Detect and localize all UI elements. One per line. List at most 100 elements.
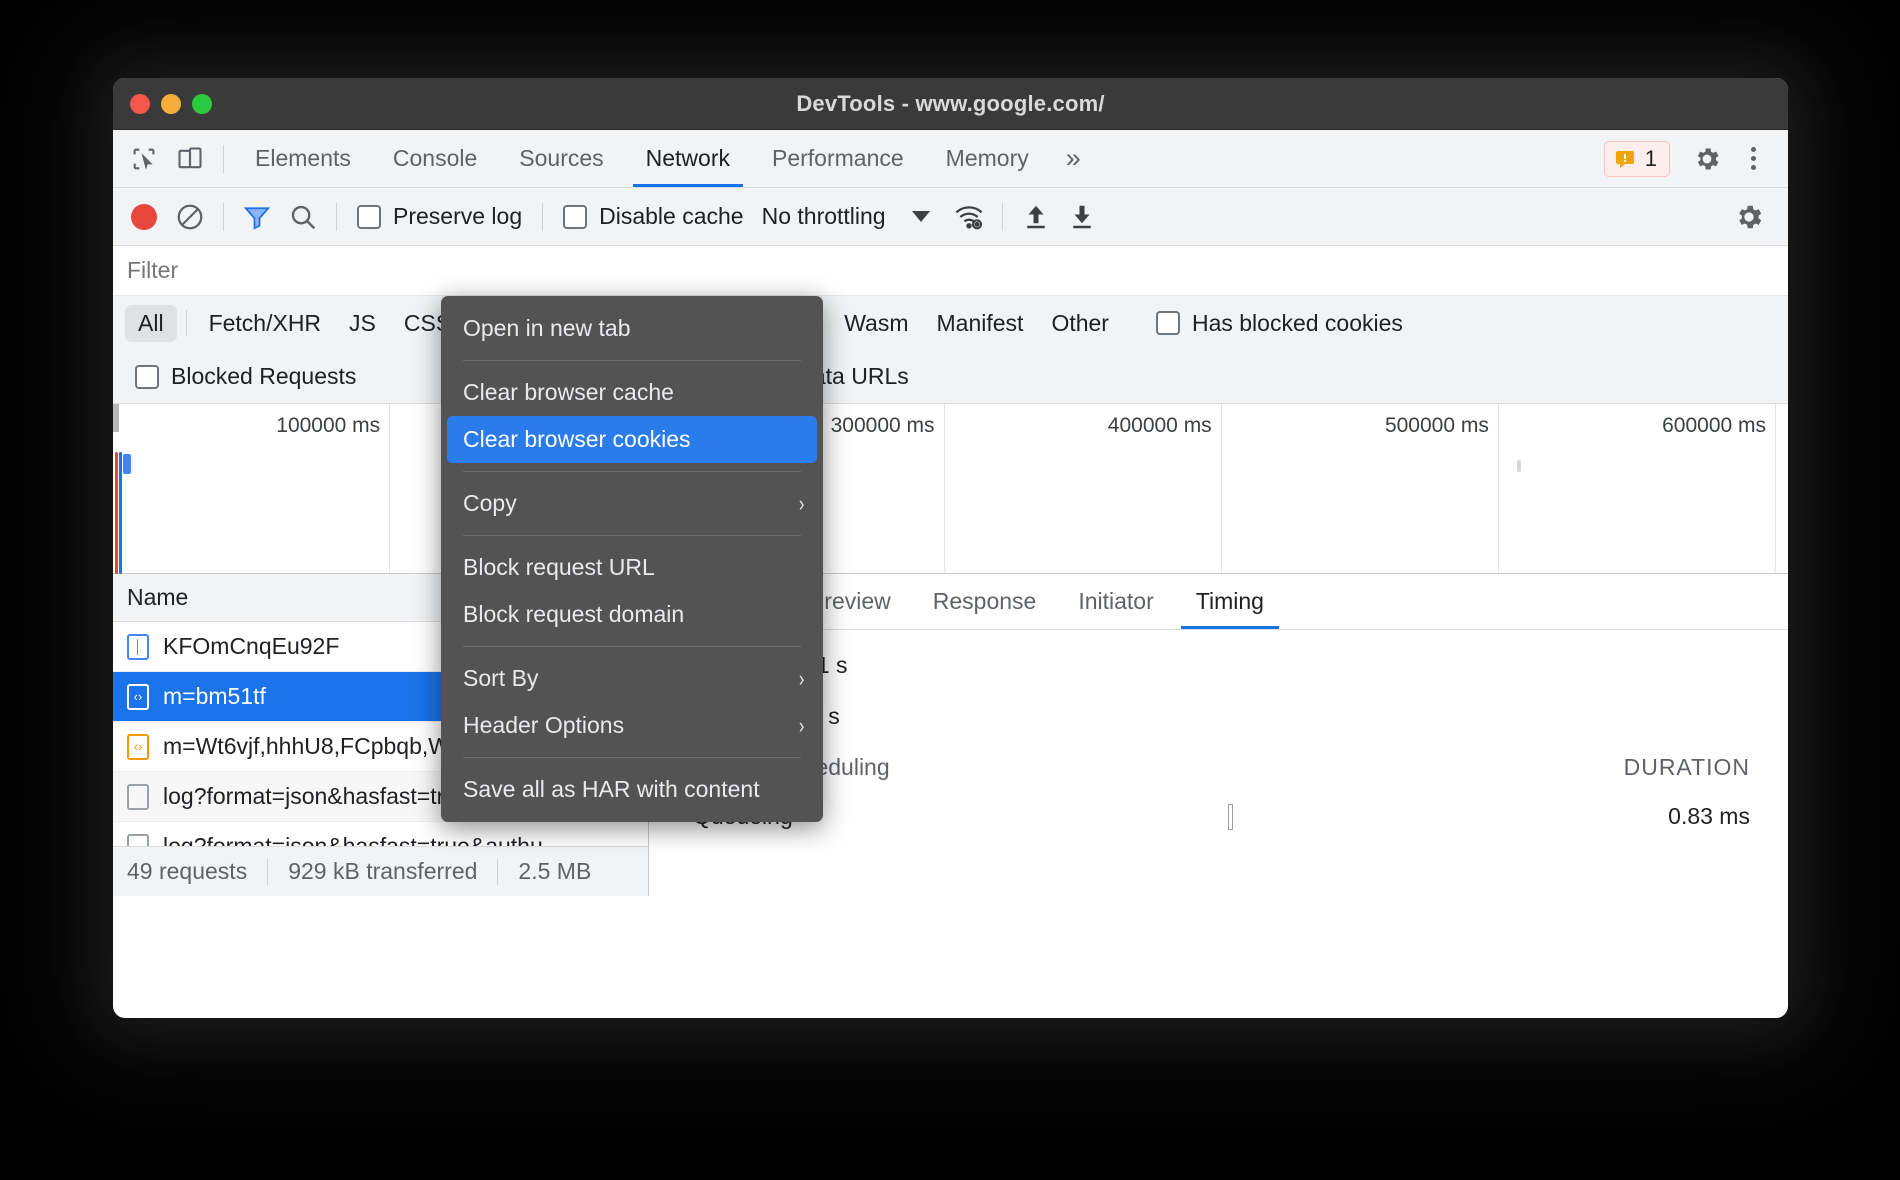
window-titlebar: DevTools - www.google.com/ [113, 78, 1788, 130]
tab-timing[interactable]: Timing [1175, 574, 1285, 629]
has-blocked-cookies-checkbox[interactable]: Has blocked cookies [1146, 310, 1413, 337]
device-toolbar-icon[interactable] [167, 136, 213, 182]
menu-separator [463, 360, 801, 361]
tabstrip-right-controls: 1 [1604, 130, 1788, 187]
menu-item-copy[interactable]: Copy › [441, 480, 823, 527]
queued-at-text: Queued at 4.71 s [671, 652, 1788, 679]
network-conditions-icon[interactable] [946, 194, 992, 240]
menu-item-block-request-url[interactable]: Block request URL [441, 544, 823, 591]
settings-gear-icon[interactable] [1726, 194, 1772, 240]
timing-bar [1228, 804, 1233, 830]
overview-bar [123, 454, 131, 474]
disable-cache-label: Disable cache [599, 203, 743, 230]
menu-item-label: Sort By [463, 665, 538, 692]
menu-separator [463, 471, 801, 472]
chevron-right-icon: › [799, 491, 804, 517]
script-file-icon: │ [127, 634, 149, 660]
type-chip-fetch-xhr[interactable]: Fetch/XHR [196, 305, 334, 342]
menu-item-header-options[interactable]: Header Options › [441, 702, 823, 749]
checkbox-box [357, 205, 381, 229]
panel-tabs: Elements Console Sources Network Perform… [234, 130, 1097, 187]
throttling-select[interactable]: No throttling [754, 203, 930, 230]
more-options-kebab-icon[interactable] [1730, 136, 1776, 182]
chip-divider [186, 310, 187, 336]
tab-label: Response [933, 588, 1037, 615]
tab-label: Memory [946, 145, 1029, 172]
menu-item-clear-browser-cookies[interactable]: Clear browser cookies [447, 416, 817, 463]
menu-item-open-in-new-tab[interactable]: Open in new tab [441, 305, 823, 352]
menu-item-label: Header Options [463, 712, 624, 739]
toolbar-divider [223, 145, 224, 173]
checkbox-box [1156, 311, 1180, 335]
clear-requests-icon[interactable] [167, 194, 213, 240]
script-file-icon: ‹› [127, 734, 149, 760]
issues-icon [1613, 147, 1637, 171]
settings-gear-icon[interactable] [1684, 136, 1730, 182]
menu-item-save-all-as-har[interactable]: Save all as HAR with content [441, 766, 823, 813]
resource-type-bar: All Fetch/XHR JS CSS Img Media Font Doc … [113, 296, 1788, 350]
issues-counter-badge[interactable]: 1 [1604, 141, 1670, 177]
inspect-element-icon[interactable] [121, 136, 167, 182]
script-file-icon: ‹› [127, 684, 149, 710]
menu-item-label: Save all as HAR with content [463, 776, 760, 803]
request-name: KFOmCnqEu92F [163, 633, 339, 660]
tab-sources[interactable]: Sources [498, 130, 624, 187]
overview-segment-end [1776, 404, 1788, 573]
overview-tick-label: 500000 ms [1385, 414, 1489, 438]
overview-marker [119, 452, 122, 574]
tab-console[interactable]: Console [372, 130, 498, 187]
menu-separator [463, 757, 801, 758]
started-at-text: Started at 4.71 s [671, 703, 1788, 730]
blocked-requests-checkbox[interactable]: Blocked Requests [125, 363, 366, 390]
menu-separator [463, 535, 801, 536]
type-chip-other[interactable]: Other [1038, 305, 1122, 342]
record-button[interactable] [121, 194, 167, 240]
overview-tick-label: 300000 ms [831, 414, 935, 438]
network-status-bar: 49 requests 929 kB transferred 2.5 MB [113, 846, 648, 896]
duration-header: DURATION [1624, 754, 1750, 781]
tab-memory[interactable]: Memory [925, 130, 1050, 187]
devtools-window: DevTools - www.google.com/ Elements Cons… [113, 78, 1788, 1018]
type-chip-all[interactable]: All [125, 305, 177, 342]
tab-initiator[interactable]: Initiator [1057, 574, 1174, 629]
upload-har-icon[interactable] [1013, 194, 1059, 240]
filter-options-bar: Blocked Requests Hide data URLs [113, 350, 1788, 404]
chevron-right-icon: › [799, 713, 804, 739]
more-tabs-button[interactable]: » [1050, 130, 1097, 187]
filter-funnel-icon[interactable] [234, 194, 280, 240]
checkbox-box [135, 365, 159, 389]
menu-item-label: Clear browser cookies [463, 426, 691, 453]
tab-elements[interactable]: Elements [234, 130, 372, 187]
overview-tick-label: 600000 ms [1662, 414, 1766, 438]
devtools-tabstrip: Elements Console Sources Network Perform… [113, 130, 1788, 188]
menu-item-sort-by[interactable]: Sort By › [441, 655, 823, 702]
context-menu: Open in new tab Clear browser cache Clea… [441, 296, 823, 822]
type-chip-wasm[interactable]: Wasm [831, 305, 921, 342]
type-chip-js[interactable]: JS [336, 305, 389, 342]
menu-item-label: Open in new tab [463, 315, 631, 342]
tab-network[interactable]: Network [625, 130, 751, 187]
menu-item-label: Block request URL [463, 554, 655, 581]
request-name: m=bm51tf [163, 683, 266, 710]
tab-response[interactable]: Response [912, 574, 1058, 629]
tab-label: Elements [255, 145, 351, 172]
overview-tick-label: 400000 ms [1108, 414, 1212, 438]
overview-segment: 100000 ms [113, 404, 390, 573]
disable-cache-checkbox[interactable]: Disable cache [553, 203, 753, 230]
type-chip-manifest[interactable]: Manifest [924, 305, 1037, 342]
screen: DevTools - www.google.com/ Elements Cons… [0, 0, 1900, 1180]
menu-item-clear-browser-cache[interactable]: Clear browser cache [441, 369, 823, 416]
filter-input[interactable] [127, 257, 427, 284]
search-icon[interactable] [280, 194, 326, 240]
preserve-log-checkbox[interactable]: Preserve log [347, 203, 532, 230]
menu-item-label: Copy [463, 490, 517, 517]
filter-bar [113, 246, 1788, 296]
menu-item-block-request-domain[interactable]: Block request domain [441, 591, 823, 638]
network-overview-timeline[interactable]: 100000 ms 200000 ms 300000 ms 400000 ms … [113, 404, 1788, 574]
overview-marker [115, 452, 118, 574]
tab-performance[interactable]: Performance [751, 130, 925, 187]
tab-label: Timing [1196, 588, 1264, 615]
transferred-size: 929 kB transferred [268, 858, 497, 885]
network-toolbar: Preserve log Disable cache No throttling [113, 188, 1788, 246]
download-har-icon[interactable] [1059, 194, 1105, 240]
